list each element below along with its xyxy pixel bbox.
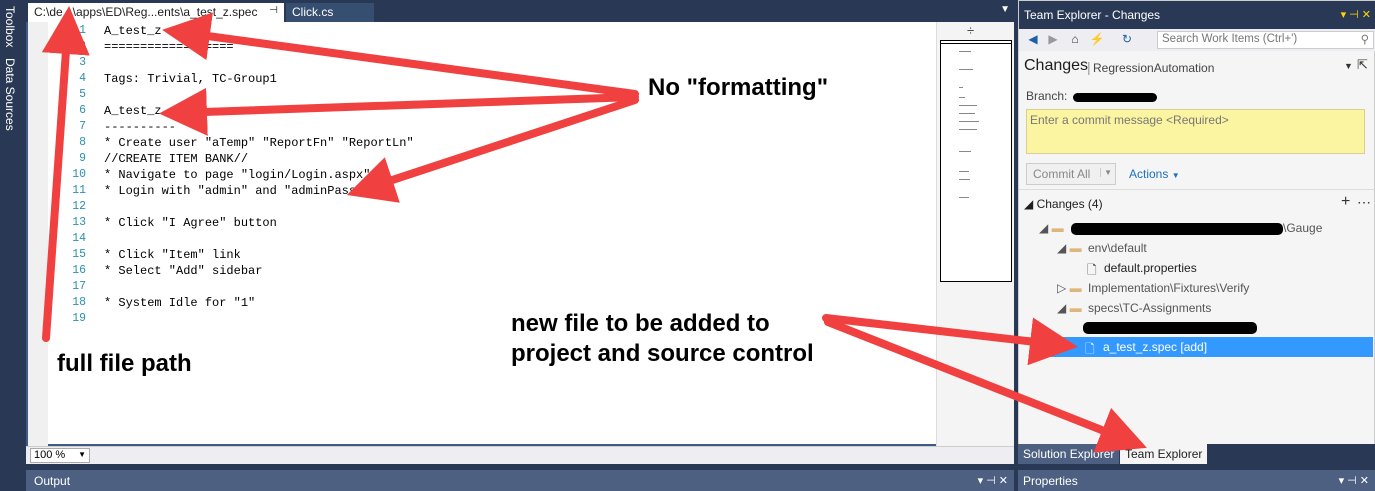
arrow-to-file-path [41,6,90,342]
arrow-to-line-6 [159,87,639,136]
arrow-to-team-explorer-tab [824,318,1147,453]
arrow-to-line-11 [346,96,639,203]
arrow-to-line-1 [162,12,639,98]
annotation-arrows [41,6,1147,453]
